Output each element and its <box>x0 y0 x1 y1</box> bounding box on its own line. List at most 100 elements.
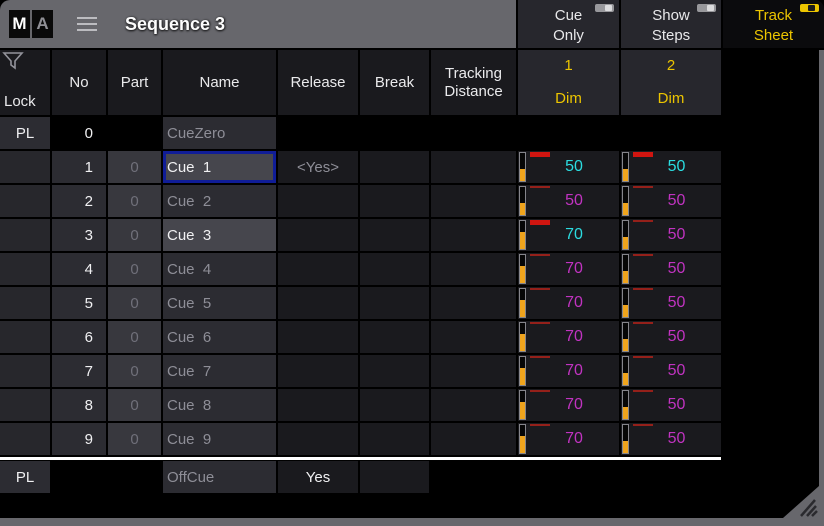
release-cell[interactable] <box>278 185 358 217</box>
track-sheet-button[interactable]: Track Sheet <box>723 0 824 48</box>
release-cell[interactable] <box>278 355 358 387</box>
part-cell[interactable]: 0 <box>108 151 161 183</box>
cue-number-cell[interactable]: 2 <box>52 185 106 217</box>
cue-name-cell[interactable]: Cue 5 <box>163 287 276 319</box>
lock-cell[interactable] <box>0 219 50 251</box>
lock-cell[interactable] <box>0 287 50 319</box>
lock-cell[interactable] <box>0 253 50 285</box>
break-cell[interactable] <box>360 151 429 183</box>
cue-number-cell[interactable]: 5 <box>52 287 106 319</box>
lock-cell[interactable] <box>0 185 50 217</box>
tracking-distance-cell[interactable] <box>431 219 516 251</box>
value-cell-1[interactable]: 70 <box>518 355 619 387</box>
track-column-header-2[interactable]: 2 Dim <box>621 50 721 115</box>
cue-number-cell[interactable] <box>52 461 106 493</box>
value-cell-2[interactable]: 50 <box>621 423 721 455</box>
title-bar-main[interactable]: M A Sequence 3 <box>0 0 516 48</box>
part-cell[interactable]: 0 <box>108 423 161 455</box>
part-cell[interactable]: 0 <box>108 355 161 387</box>
value-cell-1[interactable] <box>518 461 619 493</box>
value-cell-1[interactable]: 70 <box>518 287 619 319</box>
lock-column-header[interactable]: Lock <box>0 50 50 115</box>
tracking-distance-cell[interactable] <box>431 117 516 149</box>
release-cell[interactable] <box>278 117 358 149</box>
cue-name-cell[interactable]: Cue 6 <box>163 321 276 353</box>
value-cell-2[interactable]: 50 <box>621 321 721 353</box>
cue-name-cell[interactable]: Cue 8 <box>163 389 276 421</box>
value-cell-2[interactable] <box>621 461 721 493</box>
value-cell-2[interactable]: 50 <box>621 185 721 217</box>
cue-name-cell[interactable]: OffCue <box>163 461 276 493</box>
part-cell[interactable]: 0 <box>108 287 161 319</box>
part-cell[interactable]: 0 <box>108 321 161 353</box>
window-menu-icon[interactable] <box>77 17 97 31</box>
lock-cell[interactable] <box>0 151 50 183</box>
cue-number-cell[interactable]: 3 <box>52 219 106 251</box>
release-cell[interactable] <box>278 423 358 455</box>
cue-number-cell[interactable]: 4 <box>52 253 106 285</box>
tracking-distance-cell[interactable] <box>431 287 516 319</box>
lock-cell[interactable] <box>0 423 50 455</box>
cue-number-cell[interactable]: 7 <box>52 355 106 387</box>
release-cell[interactable] <box>278 253 358 285</box>
value-cell-1[interactable]: 70 <box>518 219 619 251</box>
value-cell-1[interactable] <box>518 117 619 149</box>
value-cell-1[interactable]: 70 <box>518 253 619 285</box>
cue-name-cell[interactable]: Cue 3 <box>163 219 276 251</box>
release-cell[interactable]: Yes <box>278 461 358 493</box>
lock-cell[interactable] <box>0 389 50 421</box>
break-cell[interactable] <box>360 389 429 421</box>
release-column-header[interactable]: Release <box>278 50 358 115</box>
tracking-distance-cell[interactable] <box>431 253 516 285</box>
tracking-distance-column-header[interactable]: Tracking Distance <box>431 50 516 115</box>
part-cell[interactable]: 0 <box>108 185 161 217</box>
part-cell[interactable]: 0 <box>108 389 161 421</box>
part-cell[interactable]: 0 <box>108 253 161 285</box>
tracking-distance-cell[interactable] <box>431 389 516 421</box>
cue-number-cell[interactable]: 0 <box>52 117 106 149</box>
cue-name-cell[interactable]: Cue 1 <box>163 151 276 183</box>
break-cell[interactable] <box>360 219 429 251</box>
value-cell-2[interactable] <box>621 117 721 149</box>
track-column-header-1[interactable]: 1 Dim <box>518 50 619 115</box>
value-cell-2[interactable]: 50 <box>621 219 721 251</box>
break-cell[interactable] <box>360 321 429 353</box>
window-bottom-edge[interactable] <box>0 518 824 526</box>
value-cell-1[interactable]: 50 <box>518 185 619 217</box>
part-cell[interactable]: 0 <box>108 219 161 251</box>
ma-logo[interactable]: M A <box>9 10 53 38</box>
part-cell[interactable] <box>108 461 161 493</box>
cue-name-cell[interactable]: Cue 7 <box>163 355 276 387</box>
value-cell-1[interactable]: 50 <box>518 151 619 183</box>
break-cell[interactable] <box>360 253 429 285</box>
part-cell[interactable] <box>108 117 161 149</box>
lock-cell[interactable]: PL <box>0 461 50 493</box>
release-cell[interactable] <box>278 389 358 421</box>
cue-number-cell[interactable]: 9 <box>52 423 106 455</box>
value-cell-2[interactable]: 50 <box>621 355 721 387</box>
value-cell-2[interactable]: 50 <box>621 151 721 183</box>
cue-name-cell[interactable]: Cue 9 <box>163 423 276 455</box>
release-cell[interactable] <box>278 219 358 251</box>
resize-handle[interactable] <box>781 486 819 518</box>
break-cell[interactable] <box>360 185 429 217</box>
tracking-distance-cell[interactable] <box>431 151 516 183</box>
break-cell[interactable] <box>360 355 429 387</box>
cue-only-button[interactable]: Cue Only <box>518 0 619 48</box>
break-column-header[interactable]: Break <box>360 50 429 115</box>
break-cell[interactable] <box>360 117 429 149</box>
release-cell[interactable] <box>278 321 358 353</box>
value-cell-2[interactable]: 50 <box>621 389 721 421</box>
value-cell-1[interactable]: 70 <box>518 389 619 421</box>
tracking-distance-cell[interactable] <box>431 321 516 353</box>
tracking-distance-cell[interactable] <box>431 355 516 387</box>
no-column-header[interactable]: No <box>52 50 106 115</box>
show-steps-button[interactable]: Show Steps <box>621 0 721 48</box>
value-cell-2[interactable]: 50 <box>621 253 721 285</box>
lock-cell[interactable] <box>0 321 50 353</box>
tracking-distance-cell[interactable] <box>431 185 516 217</box>
value-cell-2[interactable]: 50 <box>621 287 721 319</box>
tracking-distance-cell[interactable] <box>431 461 516 493</box>
cue-name-cell[interactable]: Cue 4 <box>163 253 276 285</box>
cue-number-cell[interactable]: 8 <box>52 389 106 421</box>
